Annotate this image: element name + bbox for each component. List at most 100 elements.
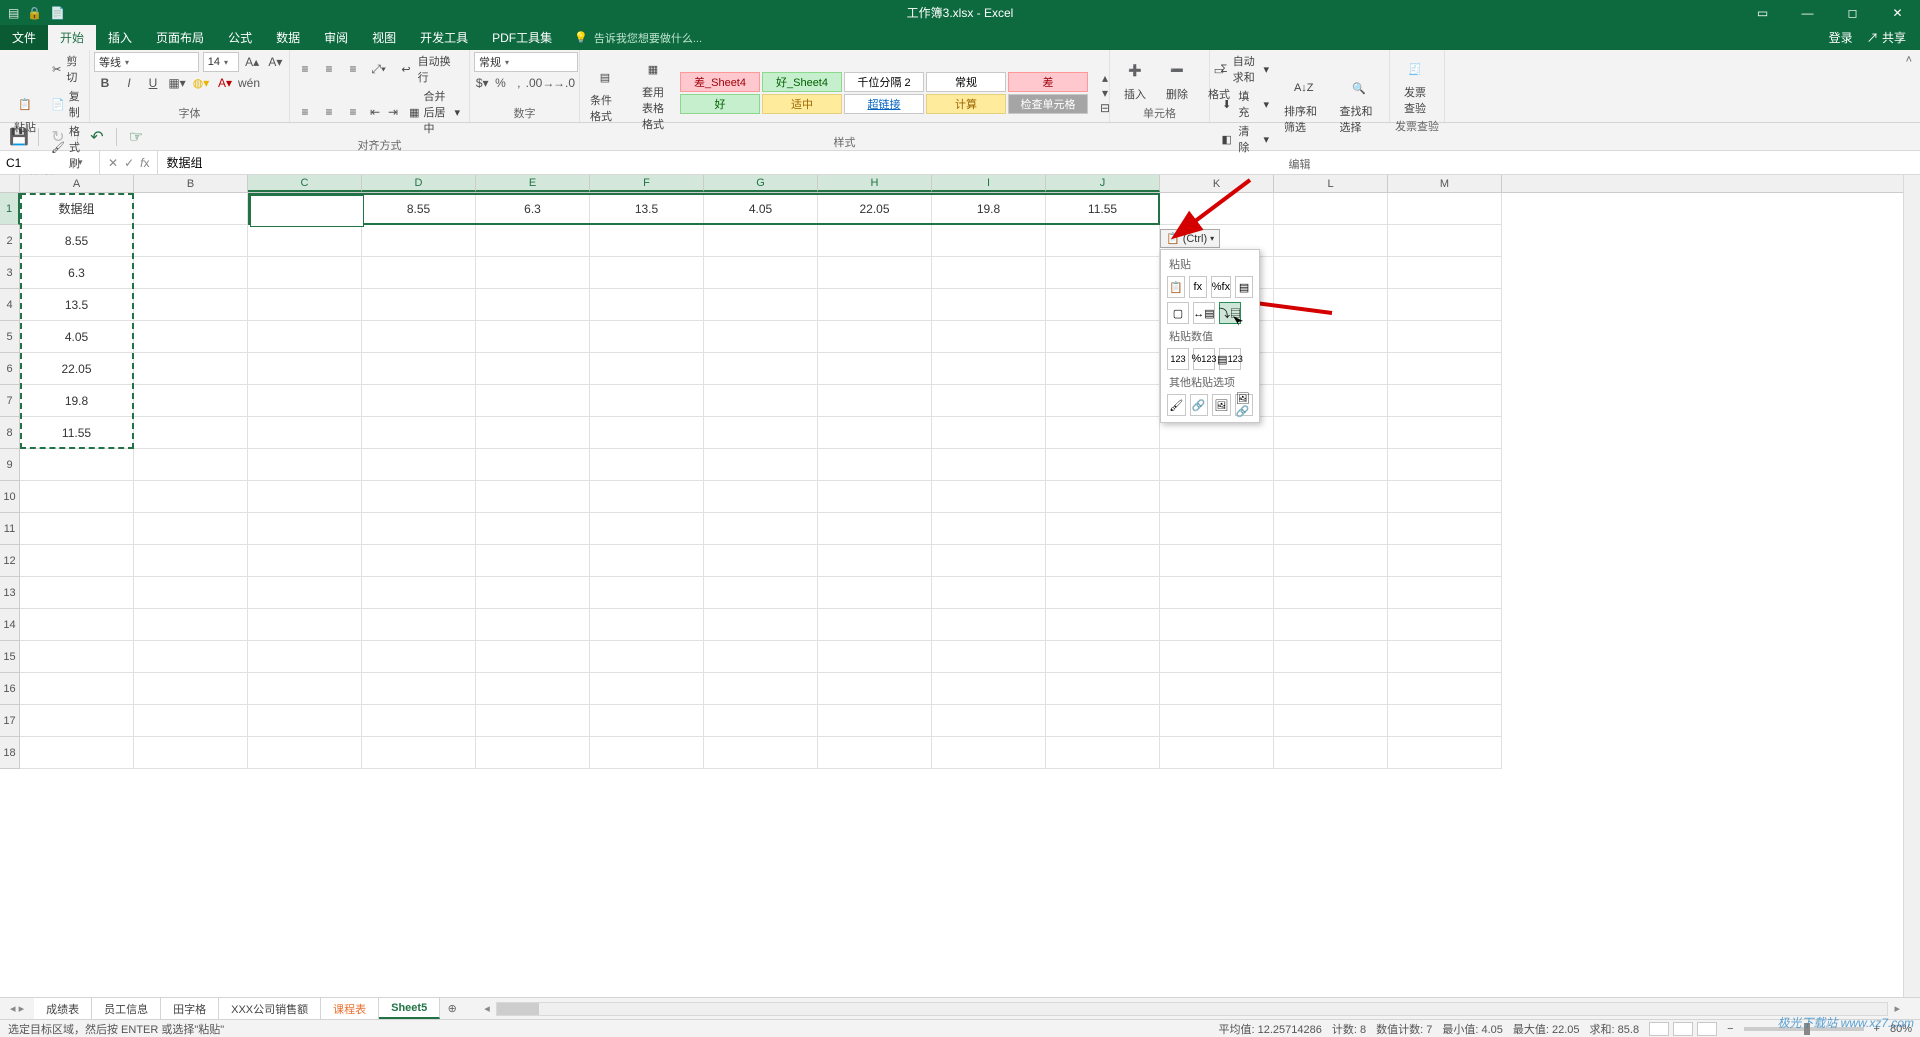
- cell-style[interactable]: 计算: [926, 94, 1006, 114]
- cell[interactable]: [1388, 609, 1502, 641]
- cell-style[interactable]: 常规: [926, 72, 1006, 92]
- vertical-scrollbar[interactable]: [1903, 175, 1920, 997]
- collapse-ribbon-icon[interactable]: ˄: [1906, 54, 1912, 66]
- cell[interactable]: 19.8: [20, 385, 134, 417]
- column-header[interactable]: G: [704, 175, 818, 192]
- delete-cells-button[interactable]: ➖删除: [1156, 54, 1198, 104]
- cell[interactable]: [932, 289, 1046, 321]
- cell[interactable]: [1160, 545, 1274, 577]
- cell[interactable]: [1046, 577, 1160, 609]
- sheet-tab[interactable]: 成绩表: [34, 998, 92, 1019]
- cell[interactable]: [590, 353, 704, 385]
- cell[interactable]: [1274, 737, 1388, 769]
- cell[interactable]: [818, 225, 932, 257]
- cell[interactable]: [1388, 353, 1502, 385]
- percent-format-icon[interactable]: %: [492, 73, 508, 93]
- row-header[interactable]: 12: [0, 545, 20, 577]
- cell[interactable]: [1388, 321, 1502, 353]
- cell[interactable]: [476, 737, 590, 769]
- cell[interactable]: [590, 417, 704, 449]
- column-header[interactable]: F: [590, 175, 704, 192]
- find-select-button[interactable]: 🔍查找和选择: [1334, 71, 1386, 137]
- cell[interactable]: [134, 545, 248, 577]
- cell[interactable]: [1388, 705, 1502, 737]
- cell[interactable]: [248, 737, 362, 769]
- zoom-level[interactable]: 80%: [1890, 1023, 1912, 1035]
- decrease-indent-icon[interactable]: ⇤: [368, 102, 382, 122]
- cell[interactable]: [1046, 737, 1160, 769]
- paste-formulas-icon[interactable]: fx: [1189, 276, 1207, 298]
- column-header[interactable]: D: [362, 175, 476, 192]
- cell[interactable]: [932, 705, 1046, 737]
- cell[interactable]: [248, 705, 362, 737]
- zoom-slider[interactable]: [1744, 1027, 1864, 1031]
- cell[interactable]: [818, 289, 932, 321]
- horizontal-scrollbar[interactable]: ◂ ▸: [464, 998, 1920, 1019]
- cell[interactable]: [134, 385, 248, 417]
- paste-options-smarttag[interactable]: 📋 (Ctrl) ▾: [1160, 229, 1220, 248]
- cell[interactable]: [1274, 385, 1388, 417]
- column-header[interactable]: L: [1274, 175, 1388, 192]
- zoom-out-icon[interactable]: −: [1727, 1023, 1733, 1035]
- cell[interactable]: 22.05: [818, 193, 932, 225]
- cell[interactable]: [1046, 385, 1160, 417]
- cell[interactable]: [1046, 353, 1160, 385]
- cancel-icon[interactable]: ✕: [108, 156, 118, 170]
- cell[interactable]: [1388, 737, 1502, 769]
- cell[interactable]: [362, 577, 476, 609]
- column-header[interactable]: I: [932, 175, 1046, 192]
- cell[interactable]: [20, 737, 134, 769]
- row-header[interactable]: 3: [0, 257, 20, 289]
- cell[interactable]: [704, 385, 818, 417]
- cell[interactable]: 11.55: [1046, 193, 1160, 225]
- cell[interactable]: [134, 257, 248, 289]
- cell[interactable]: [1388, 385, 1502, 417]
- cell[interactable]: [1046, 673, 1160, 705]
- sort-filter-button[interactable]: A↓Z排序和筛选: [1278, 71, 1330, 137]
- select-all-corner[interactable]: [0, 175, 20, 192]
- cell[interactable]: [362, 737, 476, 769]
- cell[interactable]: [20, 577, 134, 609]
- cell[interactable]: [1160, 641, 1274, 673]
- cell[interactable]: [704, 225, 818, 257]
- cell[interactable]: [362, 257, 476, 289]
- cell[interactable]: [20, 673, 134, 705]
- cell[interactable]: [590, 641, 704, 673]
- font-name-combo[interactable]: 等线▾: [94, 52, 199, 72]
- cell[interactable]: [1388, 225, 1502, 257]
- undo-icon[interactable]: ↶: [88, 128, 106, 146]
- cell[interactable]: 6.3: [20, 257, 134, 289]
- orientation-icon[interactable]: ⤢▾: [368, 59, 389, 79]
- format-as-table-button[interactable]: ▦套用 表格格式: [632, 52, 674, 134]
- cell[interactable]: [134, 321, 248, 353]
- cell[interactable]: [476, 257, 590, 289]
- cell[interactable]: [476, 641, 590, 673]
- cell[interactable]: [1274, 705, 1388, 737]
- cell[interactable]: [704, 257, 818, 289]
- cell[interactable]: [1046, 705, 1160, 737]
- paste-link-icon[interactable]: 🔗: [1190, 394, 1209, 416]
- cell[interactable]: [476, 321, 590, 353]
- cell[interactable]: [1388, 577, 1502, 609]
- row-header[interactable]: 8: [0, 417, 20, 449]
- cell[interactable]: [818, 257, 932, 289]
- cell[interactable]: [362, 353, 476, 385]
- cell[interactable]: [1160, 609, 1274, 641]
- cell[interactable]: [20, 481, 134, 513]
- add-sheet-button[interactable]: ⊕: [440, 998, 464, 1019]
- cell[interactable]: [818, 673, 932, 705]
- cell[interactable]: [362, 609, 476, 641]
- tab-developer[interactable]: 开发工具: [408, 25, 480, 50]
- row-header[interactable]: 4: [0, 289, 20, 321]
- cell[interactable]: [134, 641, 248, 673]
- cell[interactable]: [1274, 289, 1388, 321]
- paste-button[interactable]: 📋 粘贴: [4, 87, 46, 137]
- cell[interactable]: [1388, 545, 1502, 577]
- cell[interactable]: [704, 289, 818, 321]
- cell[interactable]: [1388, 449, 1502, 481]
- cell[interactable]: [362, 481, 476, 513]
- cell[interactable]: [932, 449, 1046, 481]
- cell[interactable]: [1388, 289, 1502, 321]
- cell[interactable]: [1160, 481, 1274, 513]
- minimize-icon[interactable]: —: [1785, 0, 1830, 25]
